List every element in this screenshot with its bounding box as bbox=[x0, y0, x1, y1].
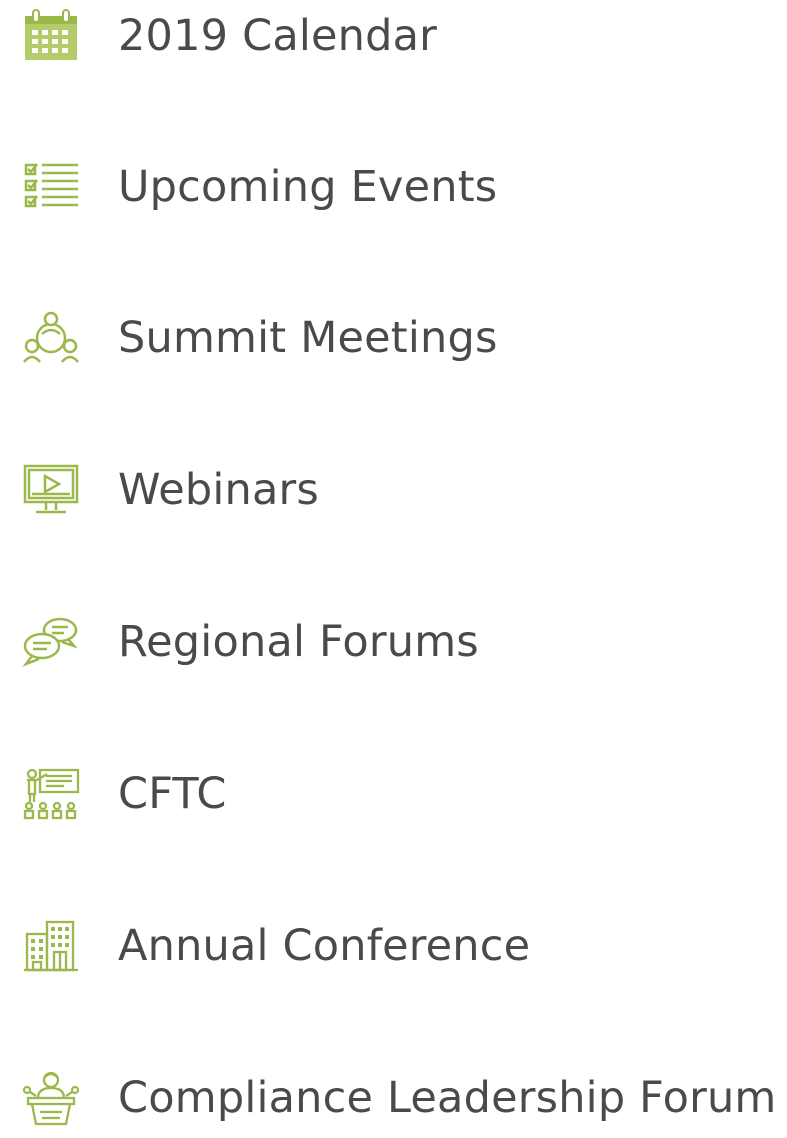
group-meeting-icon bbox=[22, 310, 80, 366]
speaker-podium-icon bbox=[22, 1070, 80, 1126]
monitor-play-icon bbox=[22, 462, 80, 518]
menu-item-upcoming-events[interactable]: Upcoming Events bbox=[0, 147, 787, 227]
menu-item-webinars[interactable]: Webinars bbox=[0, 450, 787, 530]
calendar-icon bbox=[22, 8, 80, 64]
menu-item-2019-calendar[interactable]: 2019 Calendar bbox=[0, 0, 787, 76]
presentation-icon bbox=[22, 766, 80, 822]
menu-item-label: Webinars bbox=[118, 465, 319, 515]
buildings-icon bbox=[22, 918, 80, 974]
event-menu: 2019 Calendar Upcoming Events Summit Mee… bbox=[0, 0, 787, 1126]
chat-bubbles-icon bbox=[22, 614, 80, 670]
menu-item-cftc[interactable]: CFTC bbox=[0, 754, 787, 834]
menu-item-label: Regional Forums bbox=[118, 617, 479, 667]
menu-item-label: Annual Conference bbox=[118, 921, 531, 971]
menu-item-label: Upcoming Events bbox=[118, 162, 498, 212]
menu-item-summit-meetings[interactable]: Summit Meetings bbox=[0, 298, 787, 378]
menu-item-annual-conference[interactable]: Annual Conference bbox=[0, 906, 787, 986]
menu-item-label: 2019 Calendar bbox=[118, 11, 438, 61]
menu-item-label: Compliance Leadership Forum bbox=[118, 1073, 777, 1123]
menu-item-label: Summit Meetings bbox=[118, 313, 498, 363]
checklist-icon bbox=[22, 159, 80, 215]
menu-item-compliance-leadership-forum[interactable]: Compliance Leadership Forum bbox=[0, 1058, 787, 1138]
menu-item-label: CFTC bbox=[118, 769, 227, 819]
menu-item-regional-forums[interactable]: Regional Forums bbox=[0, 602, 787, 682]
